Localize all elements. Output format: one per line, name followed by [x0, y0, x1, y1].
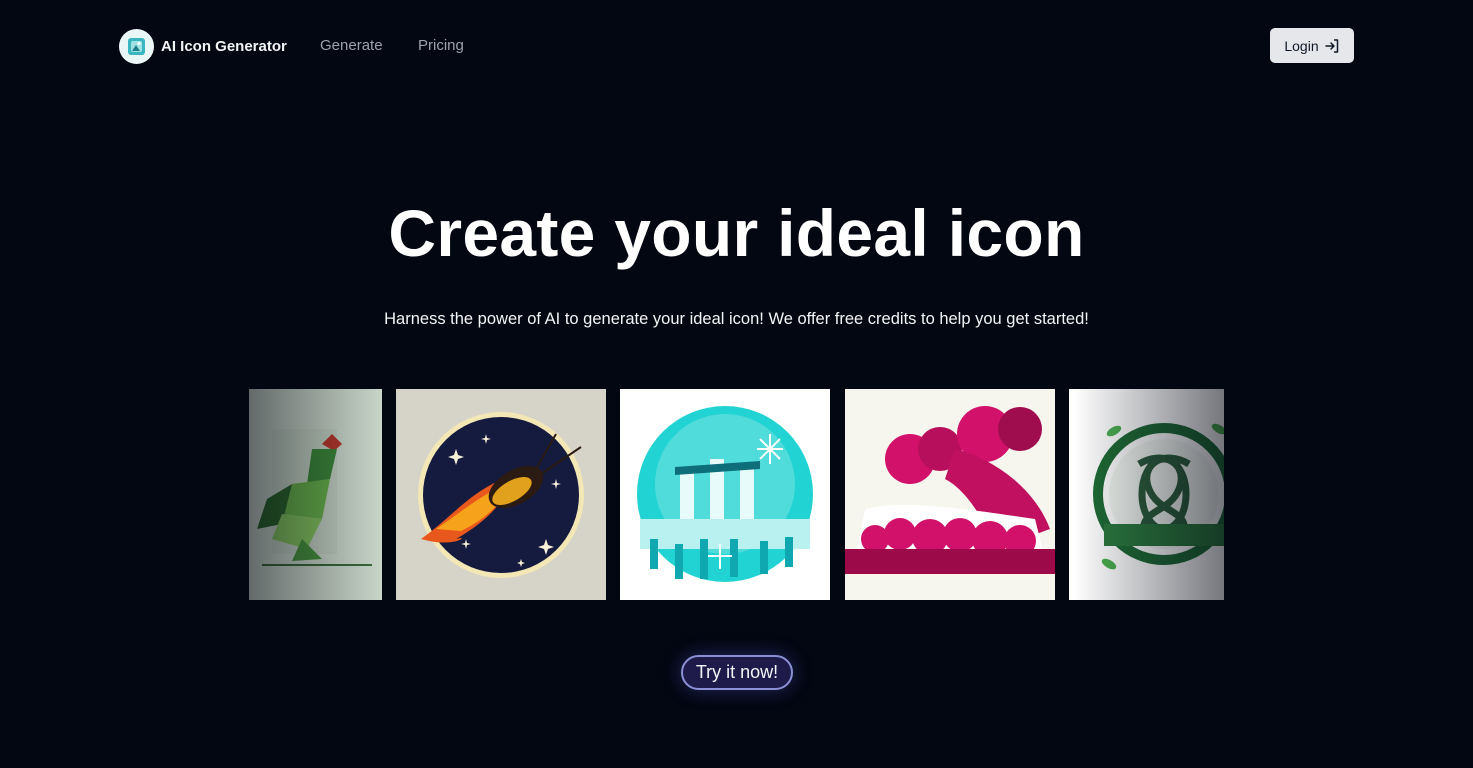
- nav-link-pricing[interactable]: Pricing: [418, 37, 464, 54]
- celtic-knot-icon: [1069, 389, 1224, 600]
- login-button[interactable]: Login: [1270, 28, 1354, 63]
- icon-gallery: [249, 389, 1224, 600]
- gallery-tile-beetle: [396, 389, 606, 600]
- ai-app-logo-icon: [119, 28, 154, 64]
- magenta-clouds-icon: [845, 389, 1055, 600]
- top-nav: AI Icon Generator Generate Pricing Login: [0, 0, 1473, 90]
- gallery-tile-clouds: [845, 389, 1055, 600]
- login-arrow-icon: [1324, 38, 1338, 53]
- geometric-rooster-icon: [249, 389, 382, 600]
- try-it-now-button[interactable]: Try it now!: [681, 655, 793, 690]
- hero-subtitle: Harness the power of AI to generate your…: [384, 310, 1089, 328]
- hero-title: Create your ideal icon: [388, 196, 1085, 270]
- brand[interactable]: AI Icon Generator: [119, 28, 287, 64]
- flaming-beetle-icon: [396, 389, 606, 600]
- nav-link-generate[interactable]: Generate: [320, 37, 383, 54]
- icy-marina-bay-icon: [620, 389, 830, 600]
- gallery-tile-rooster: [249, 389, 382, 600]
- login-label: Login: [1284, 37, 1319, 54]
- gallery-tile-knot: [1069, 389, 1224, 600]
- brand-name: AI Icon Generator: [161, 37, 287, 55]
- gallery-tile-marina: [620, 389, 830, 600]
